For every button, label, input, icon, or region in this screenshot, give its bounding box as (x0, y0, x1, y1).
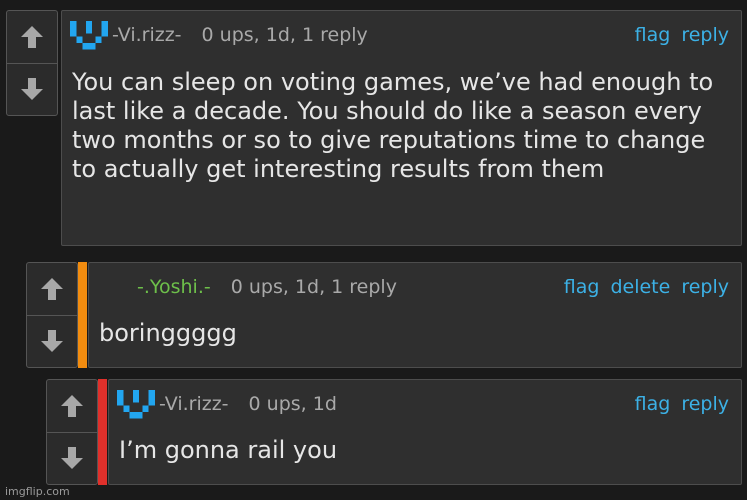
downvote-button[interactable] (7, 64, 57, 116)
comment-meta: 0 ups, 1d (248, 393, 337, 415)
avatar (70, 20, 108, 50)
comment-3: -Vi.rizz- 0 ups, 1d flag reply I’m gonna… (46, 379, 742, 485)
flag-link[interactable]: flag (635, 24, 671, 46)
reply-indent-bar (98, 379, 107, 485)
arrow-down-icon (61, 447, 83, 470)
comment-header: -Vi.rizz- 0 ups, 1d, 1 reply flag reply (70, 20, 729, 50)
comment-actions: flag delete reply (564, 276, 729, 298)
comment-body: -Vi.rizz- 0 ups, 1d, 1 reply flag reply … (61, 10, 742, 246)
comment-actions: flag reply (635, 24, 729, 46)
comment-actions: flag reply (635, 393, 729, 415)
comment-1: -Vi.rizz- 0 ups, 1d, 1 reply flag reply … (6, 10, 742, 246)
vote-box (6, 10, 58, 116)
username[interactable]: -Vi.rizz- (159, 393, 229, 415)
arrow-down-icon (41, 330, 63, 353)
comment-header: -Vi.rizz- 0 ups, 1d flag reply (117, 389, 729, 419)
vote-box (26, 262, 78, 368)
comment-body: -Vi.rizz- 0 ups, 1d flag reply I’m gonna… (108, 379, 742, 485)
reply-link[interactable]: reply (681, 24, 729, 46)
comment-text: boringgggg (99, 319, 237, 347)
reply-link[interactable]: reply (681, 393, 729, 415)
comment-text: I’m gonna rail you (119, 436, 338, 464)
downvote-button[interactable] (27, 316, 77, 368)
upvote-button[interactable] (47, 380, 97, 433)
arrow-up-icon (61, 394, 83, 417)
downvote-button[interactable] (47, 433, 97, 485)
delete-link[interactable]: delete (610, 276, 670, 298)
arrow-down-icon (21, 78, 43, 101)
vote-box (46, 379, 98, 485)
username[interactable]: -Vi.rizz- (112, 24, 182, 46)
arrow-up-icon (21, 25, 43, 48)
comment-meta: 0 ups, 1d, 1 reply (201, 24, 368, 46)
avatar (117, 389, 155, 419)
reply-indent-bar (78, 262, 87, 368)
upvote-button[interactable] (7, 11, 57, 64)
reply-link[interactable]: reply (681, 276, 729, 298)
flag-link[interactable]: flag (564, 276, 600, 298)
watermark: imgflip.com (5, 485, 70, 498)
comment-2: -.Yoshi.- 0 ups, 1d, 1 reply flag delete… (26, 262, 742, 368)
comment-header: -.Yoshi.- 0 ups, 1d, 1 reply flag delete… (97, 273, 729, 301)
comment-body: -.Yoshi.- 0 ups, 1d, 1 reply flag delete… (88, 262, 742, 368)
comment-text: You can sleep on voting games, we’ve had… (72, 68, 714, 183)
comment-meta: 0 ups, 1d, 1 reply (230, 276, 397, 298)
arrow-up-icon (41, 277, 63, 300)
upvote-button[interactable] (27, 263, 77, 316)
flag-link[interactable]: flag (635, 393, 671, 415)
username[interactable]: -.Yoshi.- (137, 276, 211, 298)
